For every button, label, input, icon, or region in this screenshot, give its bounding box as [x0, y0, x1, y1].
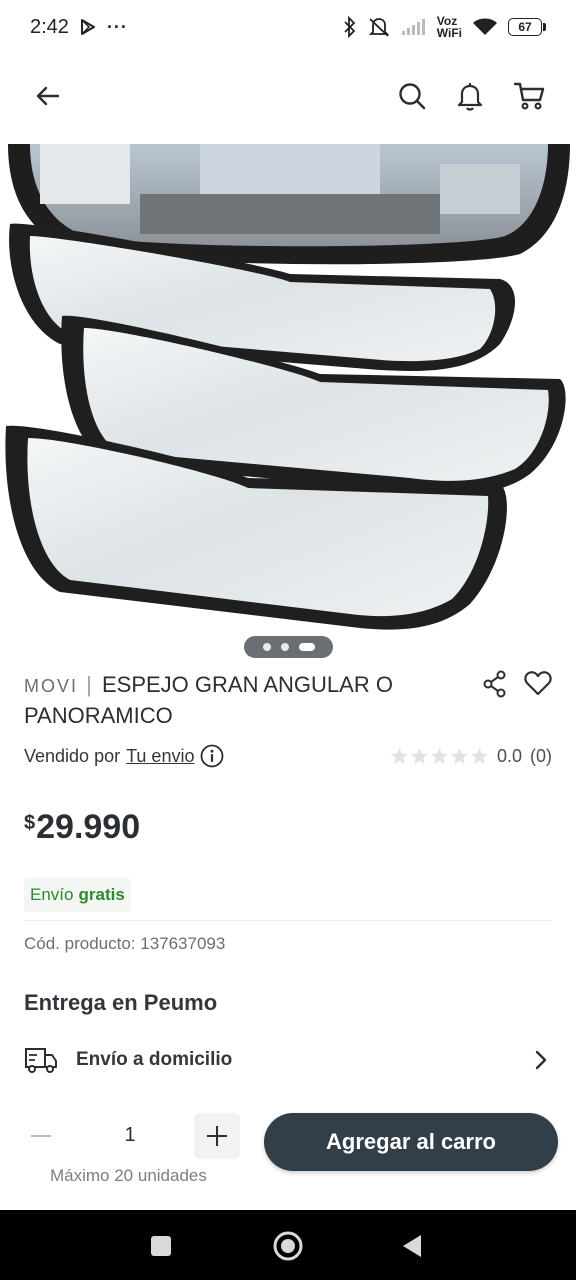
battery-level: 67 — [508, 18, 542, 36]
status-left: 2:42 ··· — [30, 16, 128, 39]
share-button[interactable] — [482, 670, 512, 700]
rating[interactable]: 0.0 (0) — [390, 746, 552, 767]
back-button[interactable] — [30, 78, 66, 114]
delivery-option-label: Envío a domicilio — [76, 1049, 233, 1070]
circle-icon — [273, 1231, 303, 1261]
recents-button[interactable] — [141, 1226, 181, 1266]
cart-button[interactable] — [511, 78, 547, 114]
home-delivery-option[interactable]: Envío a domicilio — [24, 1038, 552, 1082]
product-name: ESPEJO GRAN ANGULAR O PANORAMICO — [24, 672, 393, 728]
carousel-dot[interactable] — [280, 643, 289, 651]
quantity-increase-button[interactable] — [194, 1113, 240, 1159]
status-time: 2:42 — [30, 15, 69, 38]
heart-icon — [524, 671, 552, 696]
notifications-button[interactable] — [452, 78, 488, 114]
price-currency: $ — [24, 812, 36, 834]
search-icon — [399, 83, 426, 110]
signal-icon — [401, 19, 425, 35]
search-button[interactable] — [394, 78, 430, 114]
system-nav-bar — [0, 1210, 576, 1280]
home-button[interactable] — [268, 1226, 308, 1266]
top-app-bar — [0, 62, 576, 132]
delivery-title: Entrega en Peumo — [24, 990, 218, 1015]
status-right: Voz WiFi 67 — [343, 15, 546, 39]
cart-icon — [513, 82, 545, 110]
chevron-right-icon — [535, 1050, 547, 1070]
square-icon — [151, 1236, 171, 1256]
favorite-button[interactable] — [524, 670, 554, 700]
info-icon[interactable] — [200, 744, 224, 768]
share-icon — [483, 670, 506, 698]
seller-row: Vendido por Tu envio — [24, 744, 224, 768]
bell-icon — [457, 83, 483, 111]
battery-icon: 67 — [508, 18, 546, 36]
free-shipping-badge: Envío gratis — [24, 878, 131, 912]
arrow-left-icon — [36, 86, 60, 106]
product-title: MOVI | ESPEJO GRAN ANGULAR O PANORAMICO — [24, 670, 474, 730]
star-icon — [450, 747, 469, 765]
product-photo — [5, 144, 570, 630]
add-to-cart-button[interactable]: Agregar al carro — [264, 1113, 558, 1171]
plus-icon — [207, 1126, 227, 1146]
seller-prefix: Vendido por — [24, 745, 121, 766]
shipping-value: gratis — [78, 885, 125, 904]
title-separator: | — [86, 672, 92, 697]
shipping-label: Envío — [30, 885, 74, 904]
mute-icon — [368, 18, 389, 37]
back-nav-button[interactable] — [392, 1226, 432, 1266]
star-icon — [470, 747, 489, 765]
quantity-value[interactable]: 1 — [110, 1124, 150, 1147]
rating-value: 0.0 — [496, 746, 522, 766]
triangle-back-icon — [403, 1235, 421, 1257]
star-icon — [430, 747, 449, 765]
divider — [24, 920, 552, 921]
truck-icon — [25, 1048, 57, 1073]
carousel-dot[interactable] — [262, 643, 271, 651]
star-icon — [410, 747, 429, 765]
carousel-dot-active[interactable] — [298, 643, 315, 651]
product-image[interactable] — [0, 144, 576, 636]
price: $ 29.990 — [24, 808, 140, 847]
status-bar: 2:42 ··· Voz WiFi 67 — [0, 0, 576, 54]
more-notifications-icon: ··· — [106, 16, 128, 37]
minus-icon — [31, 1135, 51, 1137]
play-store-icon — [80, 19, 95, 35]
wifi-label: WiFi — [436, 26, 462, 40]
quantity-decrease-button[interactable] — [18, 1113, 64, 1159]
wifi-icon — [473, 18, 497, 35]
star-icon — [390, 747, 409, 765]
seller-link[interactable]: Tu envio — [126, 746, 194, 767]
bluetooth-icon — [344, 16, 356, 38]
brand-name[interactable]: MOVI — [24, 676, 78, 696]
rating-count: (0) — [530, 746, 552, 766]
rating-stars — [390, 747, 489, 766]
battery-tip — [543, 23, 546, 31]
carousel-indicator[interactable] — [244, 636, 333, 658]
price-value: 29.990 — [36, 808, 141, 846]
product-code: Cód. producto: 137637093 — [24, 934, 226, 953]
quantity-max-label: Máximo 20 unidades — [50, 1166, 207, 1185]
voz-wifi-label: Voz WiFi — [437, 15, 462, 39]
